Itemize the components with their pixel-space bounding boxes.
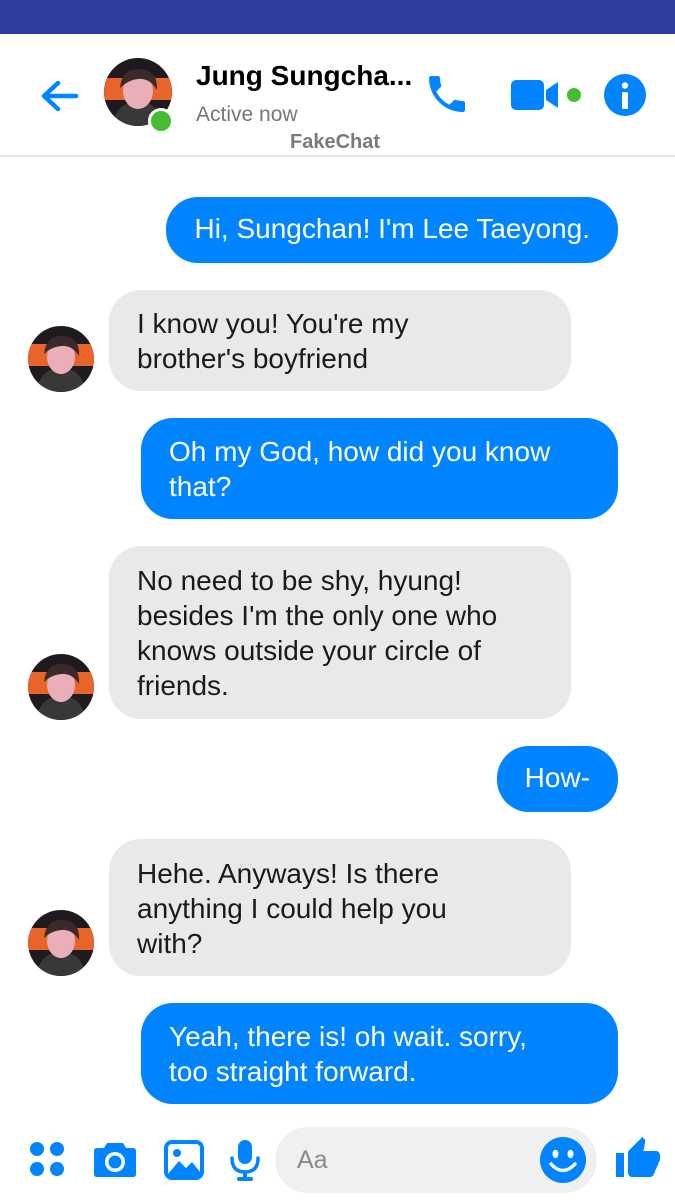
video-camera-icon	[511, 80, 558, 110]
emoji-icon	[540, 1137, 586, 1183]
gallery-button[interactable]	[164, 1140, 204, 1185]
sender-avatar[interactable]	[28, 910, 94, 976]
message-composer	[0, 1120, 675, 1200]
back-arrow-icon	[41, 80, 79, 112]
voice-message-button[interactable]	[229, 1138, 261, 1187]
camera-icon	[94, 1143, 136, 1177]
info-icon	[604, 74, 646, 116]
voice-call-button[interactable]	[423, 70, 471, 118]
outgoing-message-bubble[interactable]: How-	[496, 746, 618, 812]
incoming-message-bubble[interactable]: Hehe. Anyways! Is there anything I could…	[109, 839, 571, 976]
back-button[interactable]	[36, 72, 84, 120]
outgoing-message-bubble[interactable]: Hi, Sungchan! I'm Lee Taeyong.	[166, 197, 618, 263]
status-bar	[0, 0, 675, 34]
sender-avatar[interactable]	[28, 654, 94, 720]
incoming-message-bubble[interactable]: I know you! You're my brother's boyfrien…	[109, 290, 571, 391]
image-icon	[164, 1140, 204, 1180]
incoming-message-bubble[interactable]: No need to be shy, hyung! besides I'm th…	[109, 546, 571, 719]
video-online-indicator	[567, 88, 581, 102]
phone-icon	[429, 76, 465, 112]
microphone-icon	[230, 1140, 260, 1181]
camera-button[interactable]	[93, 1140, 137, 1183]
outgoing-message-bubble[interactable]: Oh my God, how did you know that?	[141, 418, 618, 519]
contact-name[interactable]: Jung Sungcha...	[196, 60, 412, 92]
apps-button[interactable]	[28, 1140, 66, 1183]
online-indicator	[148, 108, 174, 134]
active-status: Active now	[196, 103, 298, 126]
like-button[interactable]	[614, 1134, 662, 1189]
outgoing-message-bubble[interactable]: Yeah, there is! oh wait. sorry, too stra…	[141, 1003, 618, 1104]
app-watermark: FakeChat	[290, 131, 381, 153]
emoji-button[interactable]	[539, 1136, 587, 1189]
info-button[interactable]	[603, 73, 647, 117]
conversation-header: Jung Sungcha... Active now FakeChat	[0, 34, 675, 157]
apps-grid-icon	[30, 1142, 64, 1176]
sender-avatar[interactable]	[28, 326, 94, 392]
thumbs-up-icon	[616, 1137, 660, 1177]
video-call-button[interactable]	[510, 78, 560, 112]
